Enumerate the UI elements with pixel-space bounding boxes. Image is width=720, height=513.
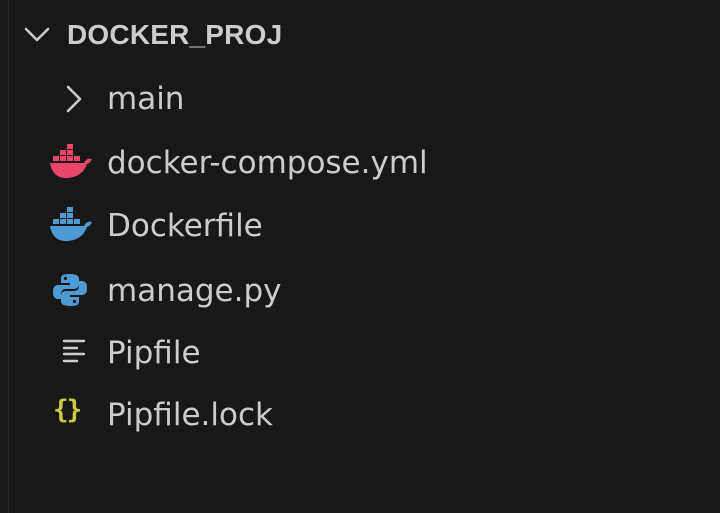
folder-title: DOCKER_PROJ [67,19,283,50]
folder-header-docker-proj[interactable]: DOCKER_PROJ [0,8,720,60]
tree-item-label: docker-compose.yml [107,145,428,181]
tree-item-main[interactable]: main [0,72,720,128]
chevron-down-icon[interactable] [24,27,50,43]
json-braces-icon: {} [53,395,82,425]
tree-item-label: manage.py [107,273,282,309]
tree-item-label: Dockerfile [107,208,263,244]
python-icon [53,274,87,306]
tree-item-label: Pipfile.lock [107,397,273,433]
docker-whale-icon [50,144,92,178]
tree-item-label: main [107,81,185,117]
tree-item-dockerfile[interactable]: Dockerfile [0,199,720,255]
tree-item-manage-py[interactable]: manage.py [0,264,720,320]
docker-whale-icon [50,207,92,241]
tree-item-pipfile[interactable]: Pipfile [0,326,720,382]
lines-text-icon [62,339,86,363]
chevron-right-icon[interactable] [64,84,84,114]
tree-item-pipfile-lock[interactable]: {} Pipfile.lock [0,388,720,444]
tree-item-docker-compose-yml[interactable]: docker-compose.yml [0,136,720,192]
explorer-panel: DOCKER_PROJ main docker-compose.yml Dock… [0,0,720,513]
tree-item-label: Pipfile [107,335,201,371]
